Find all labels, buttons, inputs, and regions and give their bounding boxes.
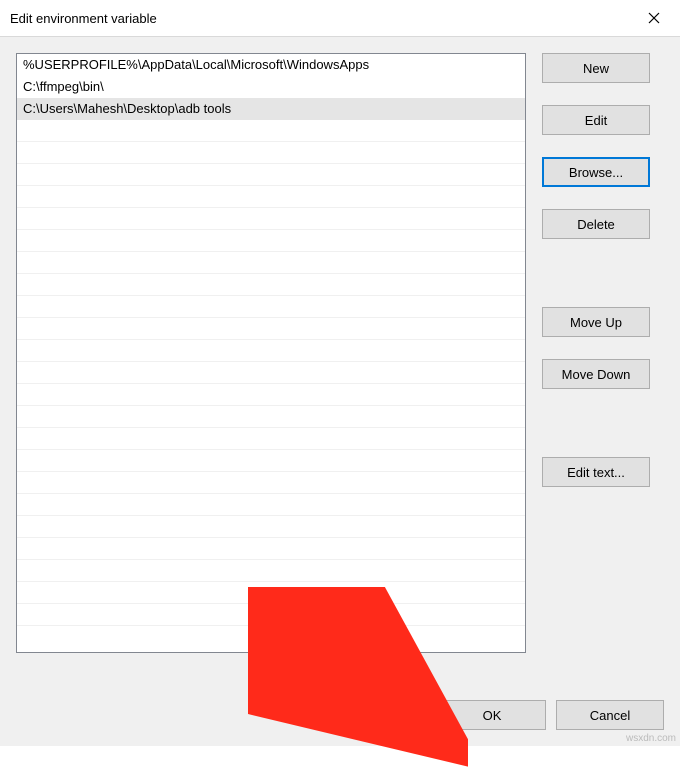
close-icon	[648, 12, 660, 24]
list-item-empty[interactable]	[17, 208, 525, 230]
move-up-button[interactable]: Move Up	[542, 307, 650, 337]
side-button-column: New Edit Browse... Delete Move Up Move D…	[542, 53, 650, 653]
list-item-empty[interactable]	[17, 252, 525, 274]
delete-button[interactable]: Delete	[542, 209, 650, 239]
new-button[interactable]: New	[542, 53, 650, 83]
list-item-empty[interactable]	[17, 406, 525, 428]
browse-button[interactable]: Browse...	[542, 157, 650, 187]
watermark: wsxdn.com	[626, 733, 676, 744]
list-item-empty[interactable]	[17, 142, 525, 164]
list-item-empty[interactable]	[17, 604, 525, 626]
window-title: Edit environment variable	[10, 11, 632, 26]
list-item-empty[interactable]	[17, 472, 525, 494]
list-item-empty[interactable]	[17, 494, 525, 516]
list-item-empty[interactable]	[17, 120, 525, 142]
list-item-empty[interactable]	[17, 274, 525, 296]
list-item-empty[interactable]	[17, 296, 525, 318]
list-item-empty[interactable]	[17, 164, 525, 186]
list-item-empty[interactable]	[17, 428, 525, 450]
list-item-empty[interactable]	[17, 516, 525, 538]
ok-button[interactable]: OK	[438, 700, 546, 730]
titlebar: Edit environment variable	[0, 0, 680, 36]
list-item[interactable]: %USERPROFILE%\AppData\Local\Microsoft\Wi…	[17, 54, 525, 76]
list-item-empty[interactable]	[17, 384, 525, 406]
list-item-empty[interactable]	[17, 186, 525, 208]
list-item-empty[interactable]	[17, 362, 525, 384]
list-item-empty[interactable]	[17, 560, 525, 582]
list-item-empty[interactable]	[17, 318, 525, 340]
list-item-empty[interactable]	[17, 340, 525, 362]
window-close-button[interactable]	[632, 3, 676, 33]
dialog-body: %USERPROFILE%\AppData\Local\Microsoft\Wi…	[0, 36, 680, 746]
move-down-button[interactable]: Move Down	[542, 359, 650, 389]
list-item-empty[interactable]	[17, 230, 525, 252]
list-item[interactable]: C:\ffmpeg\bin\	[17, 76, 525, 98]
list-item[interactable]: C:\Users\Mahesh\Desktop\adb tools	[17, 98, 525, 120]
list-item-empty[interactable]	[17, 582, 525, 604]
cancel-button[interactable]: Cancel	[556, 700, 664, 730]
list-item-empty[interactable]	[17, 538, 525, 560]
edit-button[interactable]: Edit	[542, 105, 650, 135]
dialog-footer-buttons: OK Cancel	[438, 700, 664, 730]
edit-text-button[interactable]: Edit text...	[542, 457, 650, 487]
list-item-empty[interactable]	[17, 450, 525, 472]
path-listbox[interactable]: %USERPROFILE%\AppData\Local\Microsoft\Wi…	[16, 53, 526, 653]
